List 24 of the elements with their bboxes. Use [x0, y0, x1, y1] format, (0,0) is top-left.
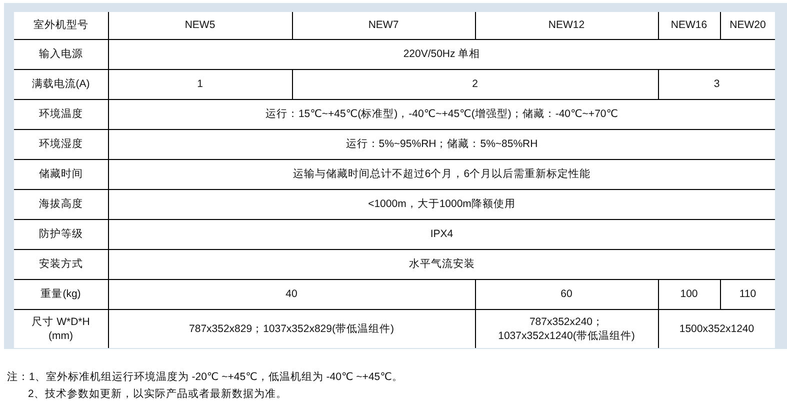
table-cell: 防护等级 — [14, 220, 108, 250]
table-cell: 储藏时间 — [14, 160, 108, 190]
table-cell: 1 — [108, 70, 292, 100]
table-cell: NEW5 — [108, 12, 292, 40]
table-cell: 重量(kg) — [14, 280, 108, 310]
table-cell: 满载电流(A) — [14, 70, 108, 100]
table-cell: NEW7 — [292, 12, 475, 40]
table-cell: 室外机型号 — [14, 12, 108, 40]
table-cell: 2 — [292, 70, 658, 100]
table-cell: 安装方式 — [14, 250, 108, 280]
table-cell: NEW12 — [475, 12, 658, 40]
table-cell: 60 — [475, 280, 658, 310]
table-cell: 输入电源 — [14, 40, 108, 70]
table-cell: 40 — [108, 280, 475, 310]
note-text: 2、技术参数如更新，以实际产品或者最新数据为准。 — [27, 387, 288, 402]
table-cell: NEW16 — [658, 12, 720, 40]
table-cell: 1500x352x1240 — [658, 310, 775, 348]
table-cell: 环境温度 — [14, 100, 108, 130]
note-text: 注：1、室外标准机组运行环境温度为 -20℃ ~+45℃，低温机组为 -40℃ ~+45℃。 — [7, 370, 404, 385]
table-cell: NEW20 — [720, 12, 775, 40]
table-cell: 环境湿度 — [14, 130, 108, 160]
table-cell: 100 — [658, 280, 720, 310]
table-cell: 海拔高度 — [14, 190, 108, 220]
table-cell: 尺寸 W*D*H (mm) — [14, 310, 108, 348]
